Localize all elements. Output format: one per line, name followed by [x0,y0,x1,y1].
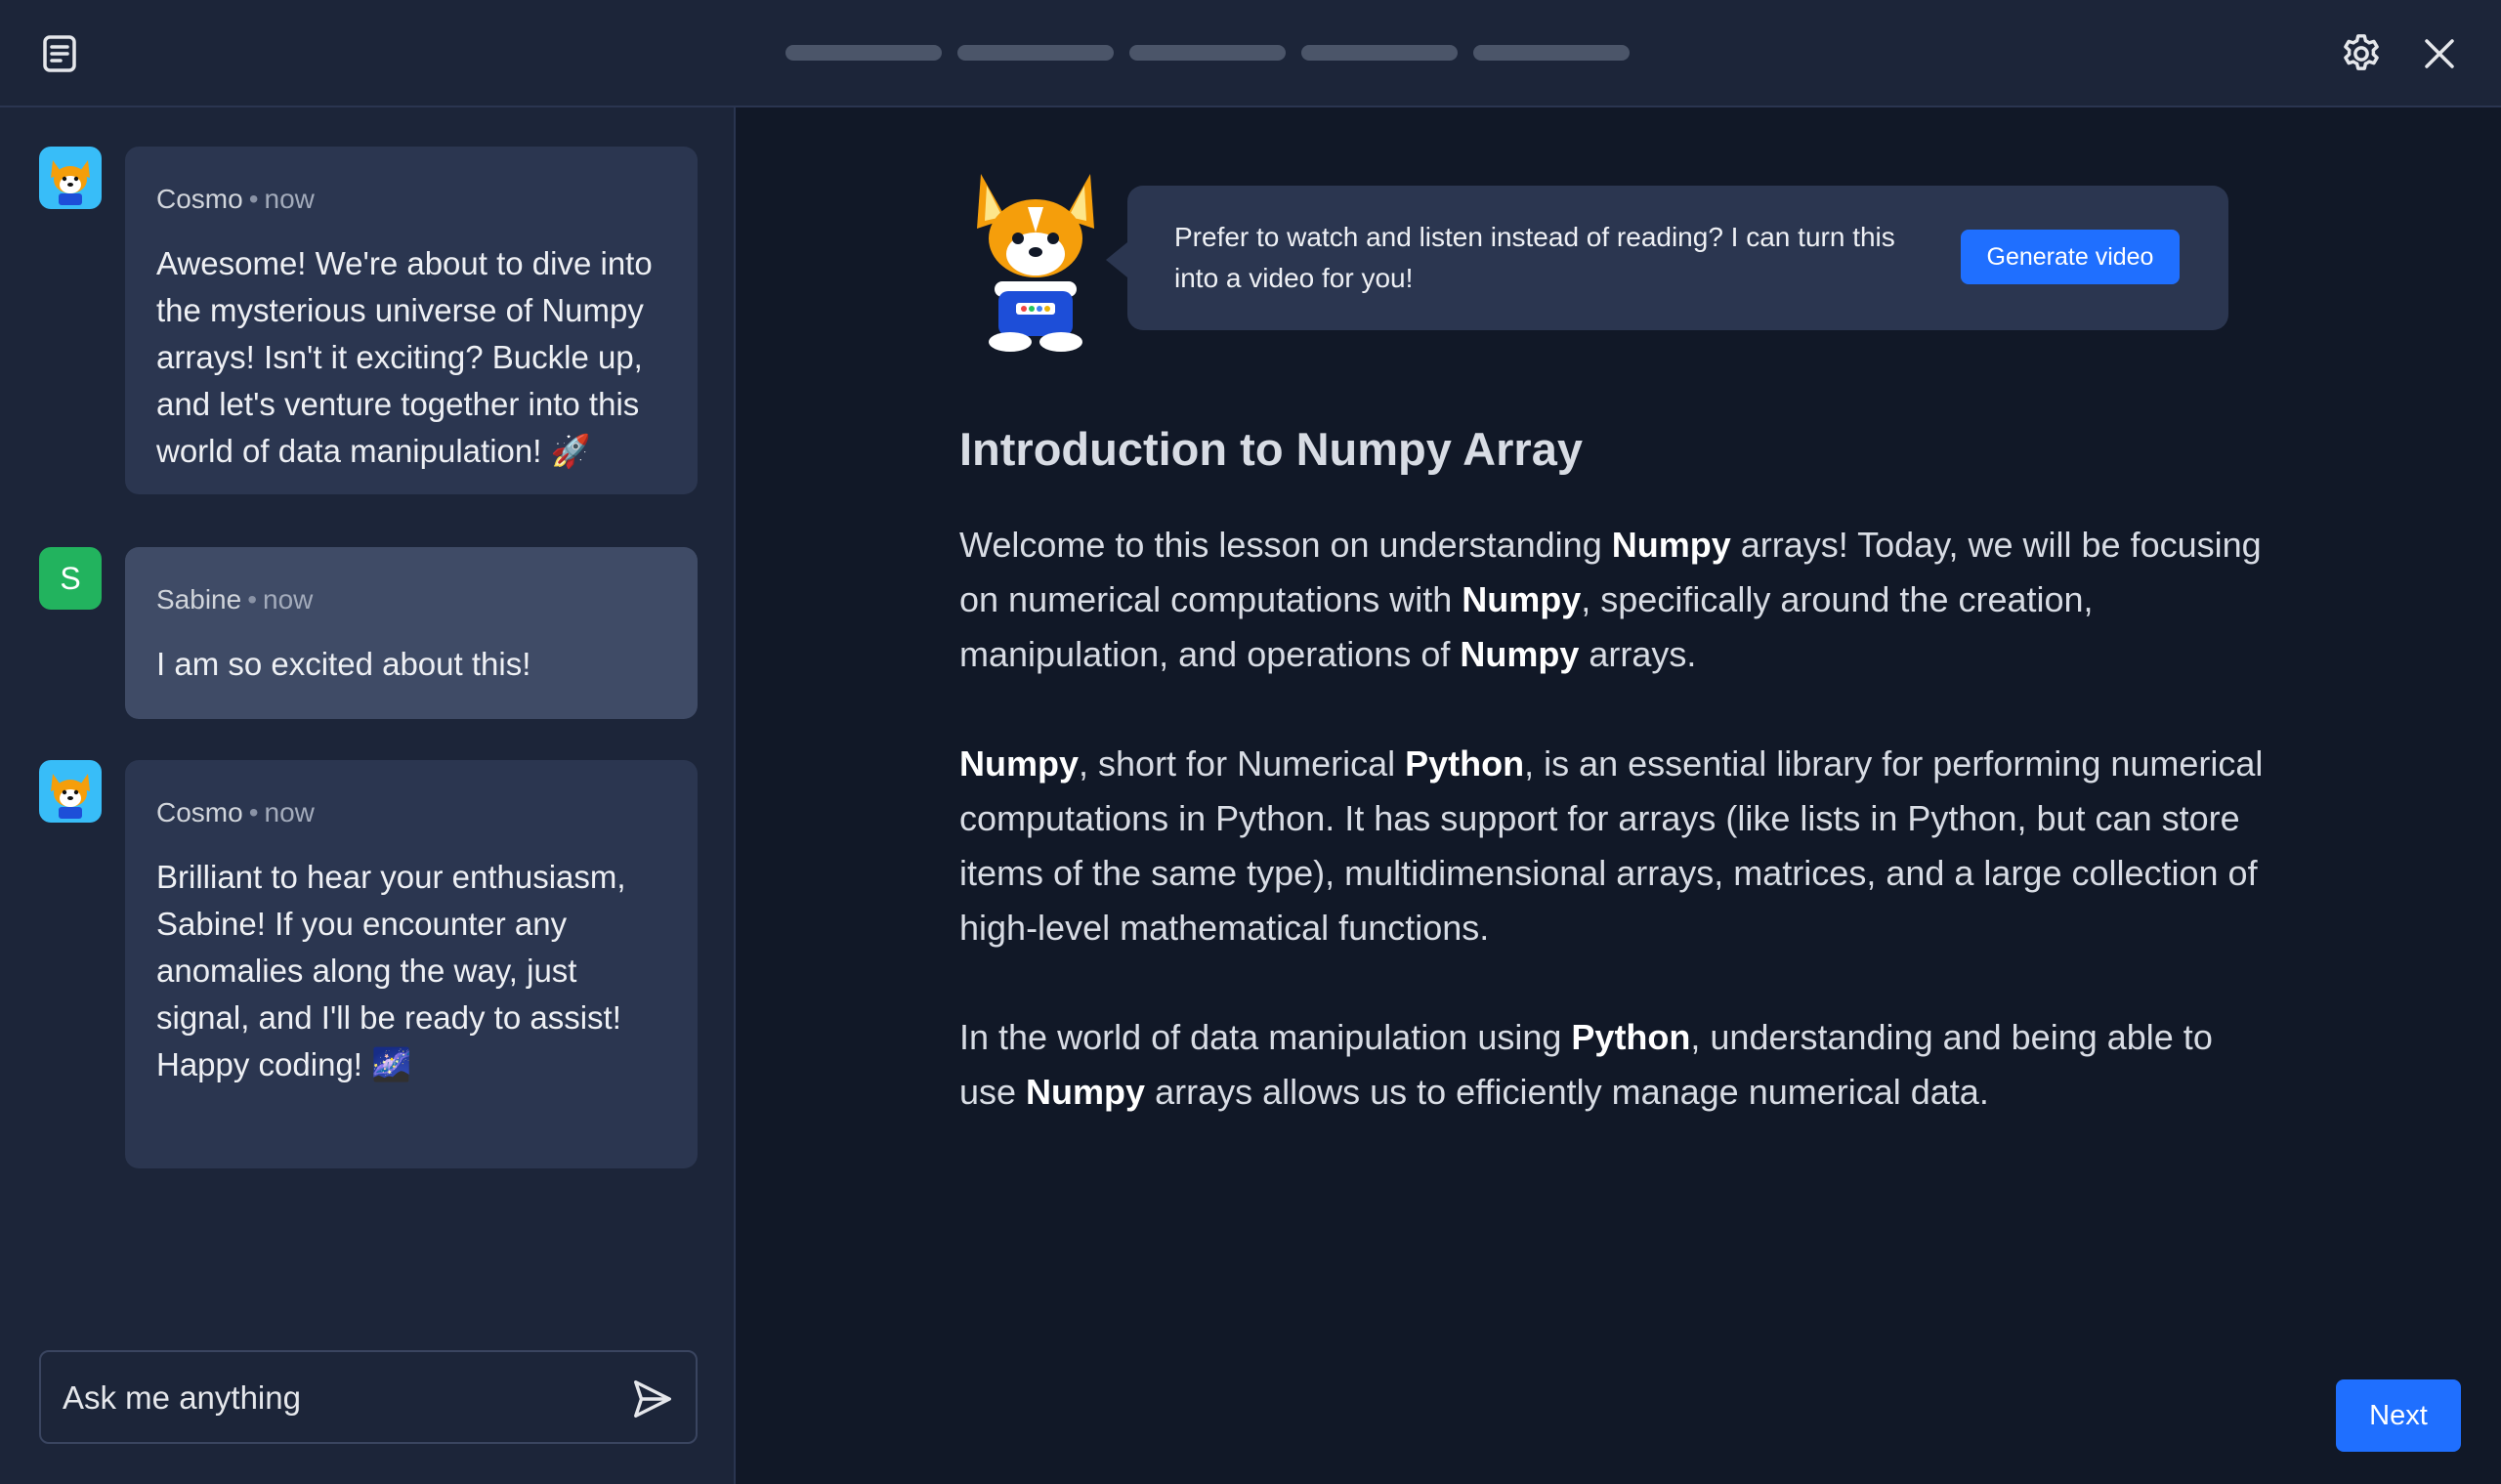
message-time: now [264,184,315,214]
corgi-icon [51,160,90,205]
message-author: Sabine [156,584,242,615]
chat-input-box [39,1350,698,1444]
generate-video-button[interactable]: Generate video [1961,230,2180,284]
lesson-content: Introduction to Numpy Array Welcome to t… [959,420,2268,1174]
progress-segment [1129,45,1286,61]
lesson-paragraph: In the world of data manipulation using … [959,1017,2213,1112]
avatar: S [39,547,102,610]
message-author: Cosmo [156,184,243,214]
callout-text: Prefer to watch and listen instead of re… [1174,222,1895,293]
message-author: Cosmo [156,797,243,827]
avatar [39,760,102,823]
chat-sidebar: Cosmo • now Awesome! We're about to dive i… [0,107,736,1484]
message-meta: Cosmo • now [156,184,315,214]
send-button[interactable] [625,1372,680,1426]
message-meta: Cosmo • now [156,797,315,827]
close-button[interactable] [2413,27,2466,80]
chat-bubble: Cosmo • now Awesome! We're about to dive i… [125,147,698,494]
lesson-progress [785,45,1630,61]
notes-icon [43,35,76,72]
corgi-mascot-icon [977,174,1094,352]
settings-button[interactable] [2335,27,2388,80]
video-callout: Prefer to watch and listen instead of re… [1106,186,2228,330]
close-icon [2425,39,2454,68]
next-button[interactable]: Next [2336,1379,2461,1452]
message-text: Brilliant to hear your enthusiasm, Sabin… [156,859,626,1082]
message-meta: Sabine • now [156,584,314,615]
top-bar [0,0,2501,107]
gear-icon [2344,34,2379,70]
message-time: now [263,584,314,615]
notes-button[interactable] [35,29,84,78]
lesson-panel: Prefer to watch and listen instead of re… [738,109,2501,1484]
lesson-paragraph: Welcome to this lesson on understanding … [959,525,2262,674]
progress-segment [957,45,1114,61]
progress-segment [1301,45,1458,61]
corgi-icon [51,774,90,819]
message-time: now [264,797,315,827]
lesson-paragraph: Numpy, short for Numerical Python, is an… [959,743,2264,948]
chat-bubble: Cosmo • now Brilliant to hear your enthusi… [125,760,698,1168]
message-text: I am so excited about this! [156,646,531,682]
progress-segment [1473,45,1630,61]
chat-bubble: Sabine • now I am so excited about this! [125,547,698,719]
avatar [39,147,102,209]
message-text: Awesome! We're about to dive into the my… [156,245,653,469]
send-icon [634,1380,671,1418]
progress-segment [785,45,942,61]
lesson-title: Introduction to Numpy Array [959,423,1583,475]
chat-input[interactable] [63,1374,610,1422]
